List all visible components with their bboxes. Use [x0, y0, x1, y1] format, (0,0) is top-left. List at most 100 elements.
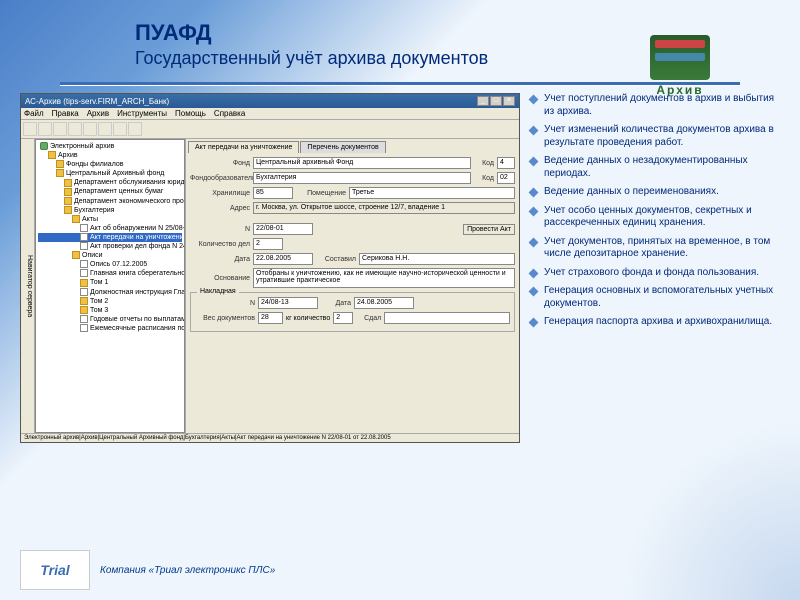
feature-item: Генерация основных и вспомогательных уче…	[530, 285, 775, 310]
tree-node[interactable]: Электронный архив	[38, 142, 182, 151]
weight-input[interactable]: 28	[258, 312, 283, 324]
n-input[interactable]: 22/08-01	[253, 223, 313, 235]
toolbar-button[interactable]	[113, 122, 127, 136]
feature-item: Ведение данных о переименованиях.	[530, 186, 775, 199]
doc-icon	[80, 224, 88, 232]
doc-icon	[80, 288, 88, 296]
fld-icon	[80, 279, 88, 287]
sidebar-tab[interactable]: Навигатор сервера	[21, 139, 35, 433]
label: Дата	[190, 256, 250, 263]
fld-icon	[64, 188, 72, 196]
storage-input[interactable]: 85	[253, 187, 293, 199]
tree-node[interactable]: Главная книга сберегательного банка за 2…	[38, 269, 182, 278]
feature-item: Учет страхового фонда и фонда пользовани…	[530, 267, 775, 280]
tree-node[interactable]: Бухгалтерия	[38, 206, 182, 215]
label: Адрес	[190, 205, 250, 212]
tree-node[interactable]: Департамент экономического прогнозирован…	[38, 197, 182, 206]
toolbar-button[interactable]	[98, 122, 112, 136]
statusbar: Электронный архив|Архив|Центральный Архи…	[21, 433, 519, 442]
creator-input[interactable]: Бухгалтерия	[253, 172, 471, 184]
tree-node[interactable]: Департамент ценных бумаг	[38, 187, 182, 196]
doc-icon	[80, 260, 88, 268]
toolbar-button[interactable]	[83, 122, 97, 136]
fld-icon	[80, 297, 88, 305]
feature-item: Учет документов, принятых на временное, …	[530, 236, 775, 261]
tree-node[interactable]: Центральный Архивный фонд	[38, 169, 182, 178]
tree-node[interactable]: Акт проверки дел фонда N 24-08/01 от 24.…	[38, 242, 182, 251]
menu-item[interactable]: Инструменты	[117, 109, 167, 118]
label: Вес документов	[195, 315, 255, 322]
feature-item: Ведение данных о незадокументированных п…	[530, 155, 775, 180]
tree-node[interactable]: Ежемесячные расписания по расчетному сче…	[38, 324, 182, 333]
count-input[interactable]: 2	[253, 238, 283, 250]
tree-node[interactable]: Том 1	[38, 278, 182, 287]
toolbar	[21, 120, 519, 139]
label: Помещение	[296, 190, 346, 197]
menu-item[interactable]: Помощь	[175, 109, 206, 118]
tree-node[interactable]: Том 2	[38, 297, 182, 306]
form-panel: Акт передачи на уничтожение Перечень док…	[185, 139, 519, 433]
label: N	[195, 300, 255, 307]
label: Код	[474, 175, 494, 182]
tree-node[interactable]: Департамент обслуживания юридических лиц…	[38, 178, 182, 187]
minimize-button[interactable]: _	[477, 96, 489, 106]
tree-view[interactable]: Электронный архивАрхивФонды филиаловЦент…	[35, 139, 185, 433]
app-window: АС-Архив (tips-serv.FIRM_ARCH_Банк) _ □ …	[20, 93, 520, 443]
label: Фондообразователь	[190, 175, 250, 182]
toolbar-button[interactable]	[53, 122, 67, 136]
doc-icon	[80, 324, 88, 332]
compiled-input[interactable]: Серикова Н.Н.	[359, 253, 515, 265]
run-act-button[interactable]: Провести Акт	[463, 224, 515, 235]
reason-input[interactable]: Отобраны к уничтожению, как не имеющие н…	[253, 268, 515, 288]
menu-item[interactable]: Справка	[214, 109, 245, 118]
label: Количество дел	[190, 241, 250, 248]
toolbar-button[interactable]	[68, 122, 82, 136]
toolbar-button[interactable]	[128, 122, 142, 136]
feature-item: Генерация паспорта архива и архивохранил…	[530, 316, 775, 329]
tree-node[interactable]: Том 3	[38, 306, 182, 315]
feature-list: Учет поступлений документов в архив и вы…	[530, 93, 790, 443]
date-input[interactable]: 22.08.2005	[253, 253, 313, 265]
tab-act[interactable]: Акт передачи на уничтожение	[188, 141, 299, 153]
qty-input[interactable]: 2	[333, 312, 353, 324]
sdal-input[interactable]	[384, 312, 510, 324]
menu-item[interactable]: Архив	[87, 109, 109, 118]
tab-docs[interactable]: Перечень документов	[300, 141, 385, 153]
tree-node[interactable]: Фонды филиалов	[38, 160, 182, 169]
toolbar-button[interactable]	[23, 122, 37, 136]
label: Фонд	[190, 160, 250, 167]
titlebar[interactable]: АС-Архив (tips-serv.FIRM_ARCH_Банк) _ □ …	[21, 94, 519, 108]
label: Код	[474, 160, 494, 167]
corner-decoration	[620, 420, 800, 600]
toolbar-button[interactable]	[38, 122, 52, 136]
feature-item: Учет изменений количества документов арх…	[530, 124, 775, 149]
fld-icon	[64, 197, 72, 205]
tree-node[interactable]: Должностная инструкция Главного бухгалте…	[38, 288, 182, 297]
tree-node[interactable]: Годовые отчеты по выплатам налогов в бюд…	[38, 315, 182, 324]
fld-icon	[56, 169, 64, 177]
nak-date-input[interactable]: 24.08.2005	[354, 297, 414, 309]
room-input[interactable]: Третье	[349, 187, 515, 199]
fld-icon	[72, 215, 80, 223]
tree-node[interactable]: Описи	[38, 251, 182, 260]
nak-n-input[interactable]: 24/08-13	[258, 297, 318, 309]
doc-icon	[80, 233, 88, 241]
fld-icon	[80, 306, 88, 314]
close-button[interactable]: ×	[503, 96, 515, 106]
kod-input[interactable]: 4	[497, 157, 515, 169]
label: Дата	[321, 300, 351, 307]
doc-icon	[80, 315, 88, 323]
tree-node[interactable]: Опись 07.12.2005	[38, 260, 182, 269]
tree-node[interactable]: Акт об обнаружении N 25/08-01 от 25.08.2…	[38, 224, 182, 233]
fld-icon	[64, 179, 72, 187]
menu-item[interactable]: Файл	[24, 109, 44, 118]
fond-input[interactable]: Центральный архивный Фонд	[253, 157, 471, 169]
tree-node[interactable]: Акты	[38, 215, 182, 224]
menu-item[interactable]: Правка	[52, 109, 79, 118]
maximize-button[interactable]: □	[490, 96, 502, 106]
fld-icon	[56, 160, 64, 168]
tree-node[interactable]: Архив	[38, 151, 182, 160]
kod-input[interactable]: 02	[497, 172, 515, 184]
tree-node[interactable]: Акт передачи на уничтожение N 22/08-01 о…	[38, 233, 182, 242]
trial-logo: Trial	[20, 550, 90, 590]
